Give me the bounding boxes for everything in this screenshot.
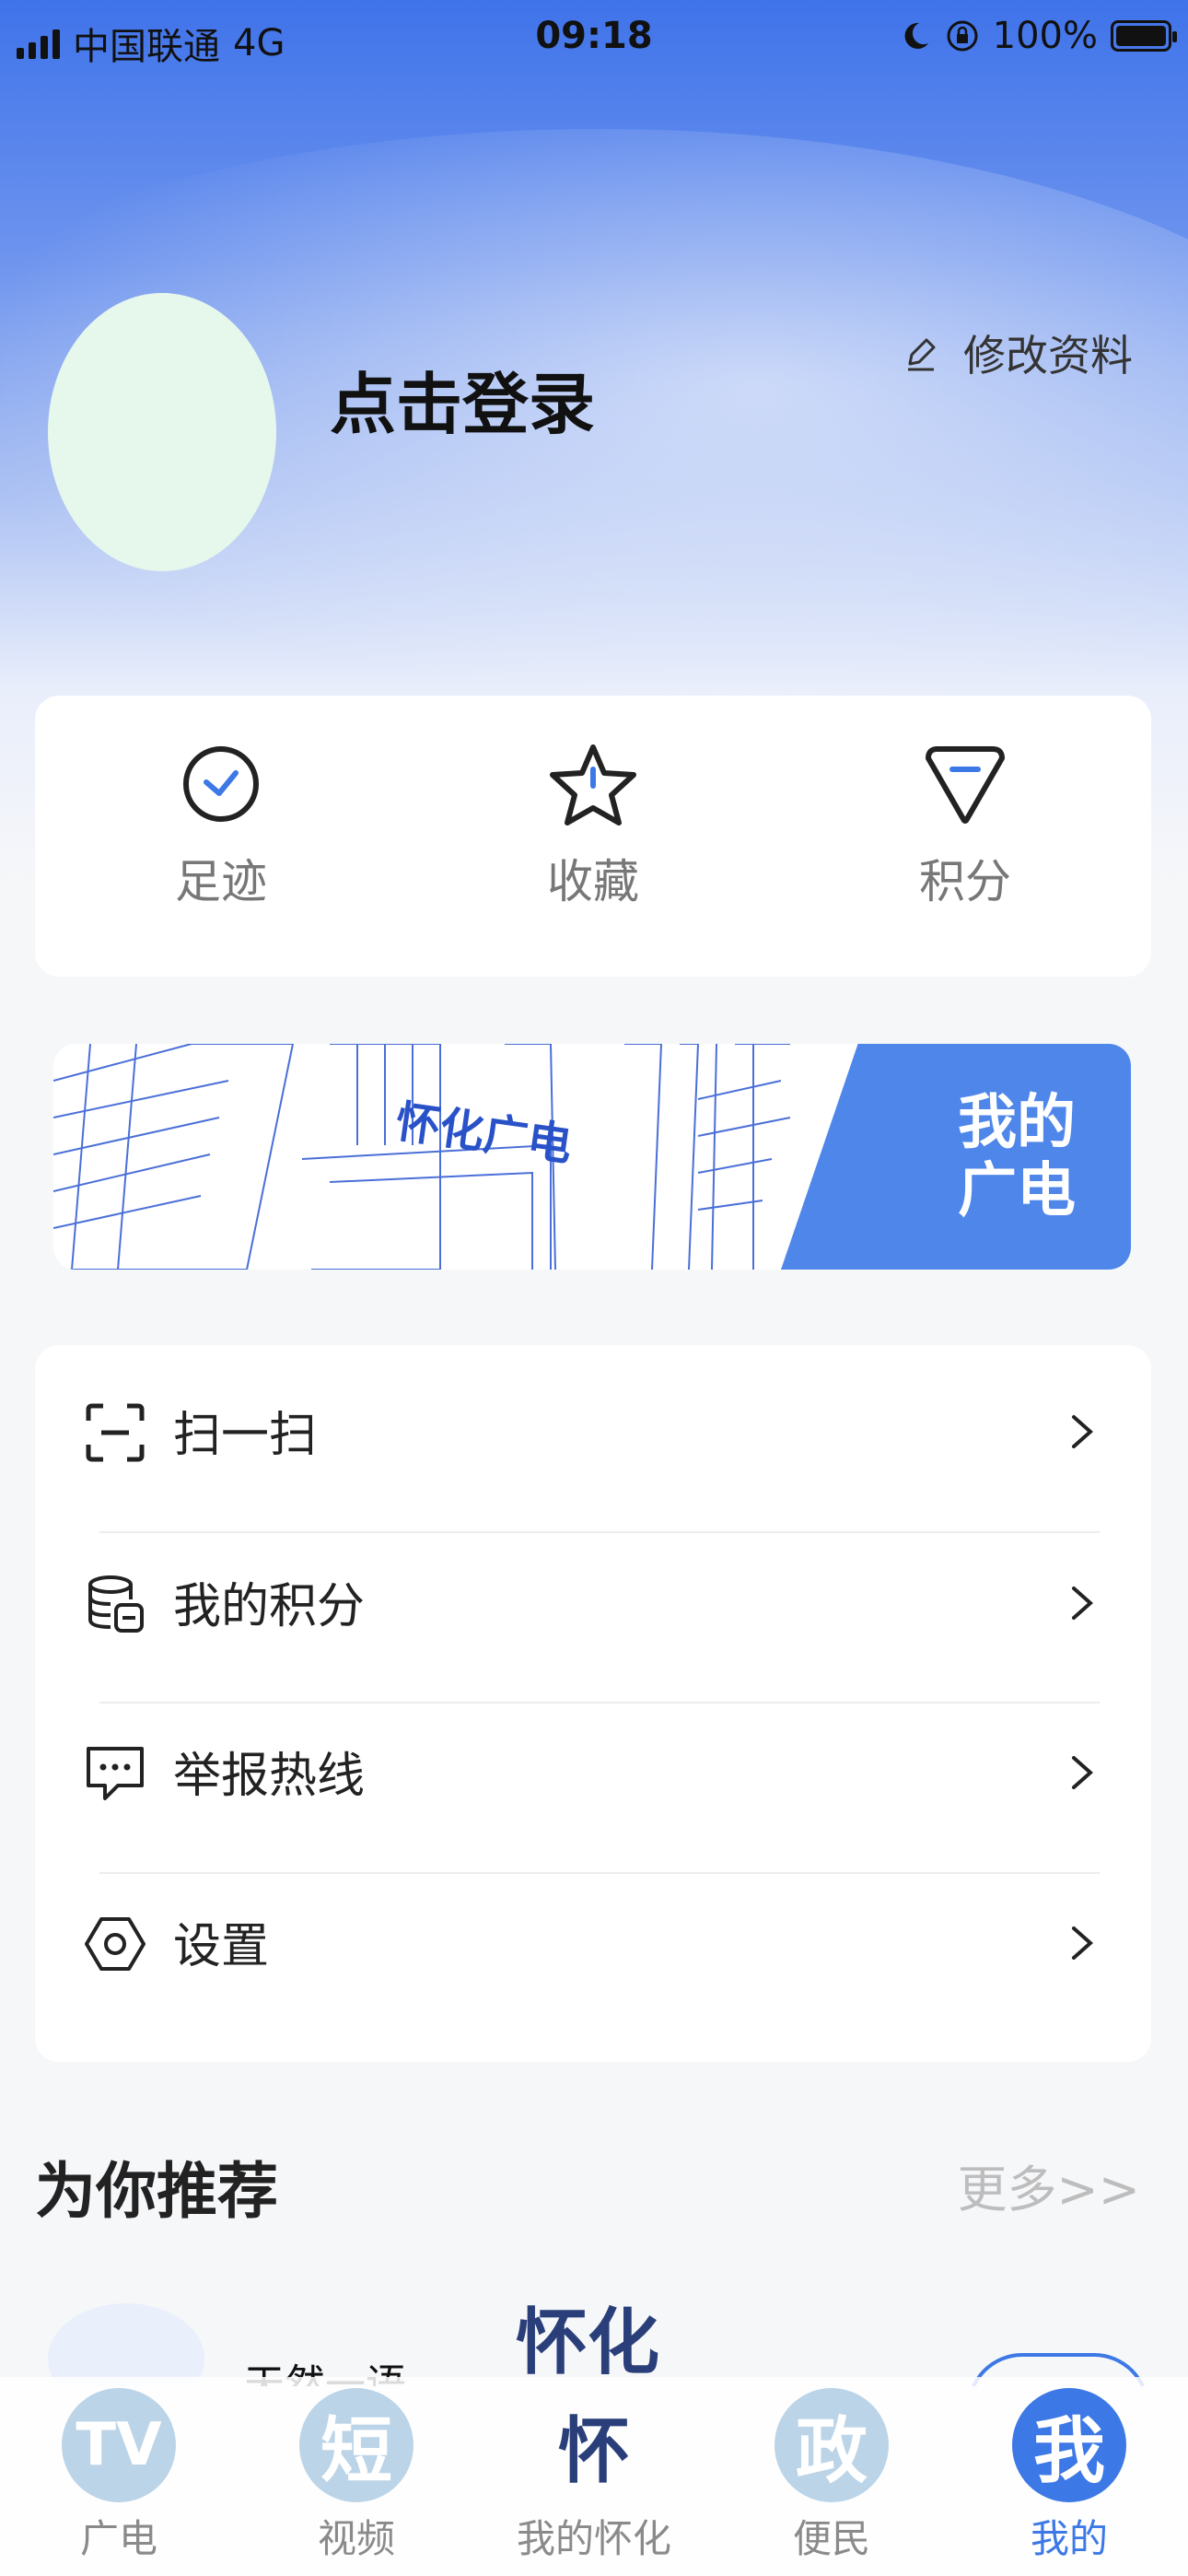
chevron-right-icon [1072, 1587, 1094, 1620]
tab-video[interactable]: 短 视频 [238, 2377, 475, 2576]
coins-database-icon [88, 1575, 144, 1633]
my-broadcast-banner[interactable]: 怀化广电 我的 广电 [53, 1044, 1131, 1270]
menu-card: 扫一扫 我的积分 举报热线 设置 [35, 1345, 1151, 2062]
chevron-right-icon [1072, 1756, 1094, 1789]
bottom-tab-bar: TV 广电 短 视频 怀 我的怀化 政 便民 我 我的 [0, 2377, 1188, 2576]
tab-broadcast[interactable]: TV 广电 [0, 2377, 238, 2576]
government-icon: 政 [775, 2388, 889, 2502]
menu-item-settings[interactable]: 设置 [35, 1856, 1151, 2026]
tab-my-huaihua[interactable]: 怀 我的怀化 [475, 2377, 713, 2576]
menu-label-scan: 扫一扫 [173, 1407, 318, 1463]
status-bar: 中国联通 4G 09:18 100% [0, 0, 1188, 83]
banner-sign-text: 怀化广电 [392, 1095, 575, 1171]
avatar[interactable] [48, 293, 276, 571]
points-diamond-icon [926, 746, 1005, 824]
tab-mine[interactable]: 我 我的 [950, 2377, 1188, 2576]
recommend-item-3-logo[interactable]: 怀化 [516, 2285, 659, 2386]
me-icon: 我 [1012, 2388, 1126, 2502]
menu-item-report-hotline[interactable]: 举报热线 [35, 1686, 1151, 1856]
favorites-button[interactable]: 收藏 [407, 696, 779, 977]
tag-line-2: 广电 [958, 1156, 1076, 1225]
menu-item-scan[interactable]: 扫一扫 [35, 1345, 1151, 1515]
battery-percent: 100% [992, 15, 1098, 57]
footprint-check-icon [183, 746, 259, 822]
tab-label-my-huaihua: 我的怀化 [516, 2516, 671, 2561]
tab-label-broadcast: 广电 [79, 2516, 157, 2561]
tab-label-mine: 我的 [1030, 2516, 1108, 2561]
favorites-label: 收藏 [547, 855, 639, 908]
points-label: 积分 [919, 855, 1011, 908]
tv-icon: TV [62, 2388, 176, 2502]
menu-label-settings: 设置 [173, 1918, 270, 1974]
status-right: 100% [899, 15, 1177, 57]
footprint-button[interactable]: 足迹 [35, 696, 407, 977]
menu-label-report-hotline: 举报热线 [173, 1748, 366, 1804]
scan-icon [86, 1403, 145, 1462]
edit-profile-label: 修改资料 [963, 331, 1133, 381]
message-report-icon [87, 1747, 144, 1800]
tab-label-convenience: 便民 [792, 2516, 870, 2561]
battery-icon [1111, 20, 1177, 52]
huaihua-pagoda-icon: 怀 [557, 2410, 630, 2493]
rotation-lock-icon [947, 20, 978, 52]
recommend-title: 为你推荐 [35, 2156, 278, 2227]
recommend-item-1[interactable] [48, 2303, 204, 2386]
recommend-strip: 天然一语 怀化 [0, 2276, 1188, 2386]
points-button[interactable]: 积分 [779, 696, 1151, 977]
menu-item-my-points[interactable]: 我的积分 [35, 1516, 1151, 1686]
recommend-more-link[interactable]: 更多>> [958, 2149, 1141, 2221]
quick-actions-card: 足迹 收藏 积分 [35, 696, 1151, 977]
tab-label-video: 视频 [317, 2516, 395, 2561]
menu-label-my-points: 我的积分 [173, 1578, 366, 1634]
chevron-right-icon [1072, 1926, 1094, 1960]
chevron-right-icon [1072, 1415, 1094, 1448]
tab-convenience[interactable]: 政 便民 [713, 2377, 950, 2576]
login-prompt[interactable]: 点击登录 [330, 350, 595, 447]
moon-icon [904, 22, 928, 49]
pencil-icon [908, 338, 936, 371]
settings-hexagon-icon [85, 1917, 146, 1971]
footprint-label: 足迹 [175, 855, 267, 908]
edit-profile-button[interactable]: 修改资料 [901, 322, 1133, 383]
tag-line-1: 我的 [958, 1088, 1076, 1157]
short-video-icon: 短 [299, 2388, 413, 2502]
star-icon [550, 744, 636, 825]
